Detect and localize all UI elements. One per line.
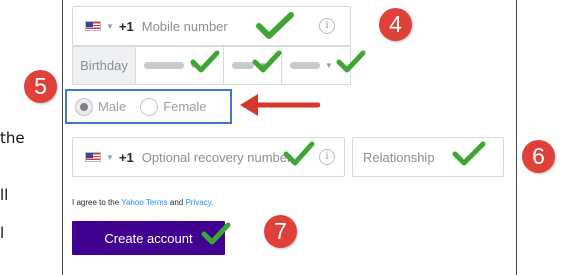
gender-radio-group: Male Female [65,89,232,124]
country-code: +1 [118,18,134,34]
arrow-left-icon [240,94,320,116]
callout-badge-7: 7 [264,215,297,248]
chevron-down-icon: ▼ [325,61,333,70]
male-label: Male [98,99,127,114]
gender-option-male[interactable]: Male [75,97,127,116]
info-icon[interactable]: i [319,18,335,34]
checkmark-icon [256,12,294,39]
us-flag-icon[interactable] [85,21,101,31]
checkmark-icon [336,50,366,73]
birthday-label: Birthday [72,46,136,85]
female-label: Female [163,99,207,114]
terms-and: and [169,198,184,207]
checkmark-icon [201,222,231,245]
us-flag-icon[interactable] [85,152,101,162]
callout-badge-5: 5 [24,70,57,103]
instruction-text-fragment: l [0,224,5,242]
checkmark-icon [452,141,486,166]
callout-badge-6: 6 [522,140,555,173]
terms-suffix: . [211,198,214,207]
checkmark-icon [283,141,315,166]
male-radio[interactable] [75,97,93,116]
chevron-down-icon[interactable]: ▼ [106,153,114,162]
checkmark-icon [190,50,220,73]
mobile-number-field[interactable]: ▼ +1 Mobile number [72,6,351,46]
gender-option-female[interactable]: Female [140,97,207,116]
instruction-text-fragment: the [0,129,25,147]
mobile-number-placeholder: Mobile number [141,18,228,34]
country-code: +1 [118,149,134,165]
terms-agreement-text: I agree to the Yahoo Terms and Privacy. [72,198,213,207]
yahoo-terms-link[interactable]: Yahoo Terms [121,198,167,207]
checkmark-icon [252,50,282,73]
privacy-link[interactable]: Privacy [185,198,211,207]
instruction-text-fragment: ll [0,186,9,204]
relationship-placeholder: Relationship [363,149,435,165]
callout-badge-4: 4 [379,8,412,41]
terms-prefix: I agree to the [72,198,120,207]
female-radio[interactable] [140,97,159,116]
recovery-number-placeholder: Optional recovery number [141,149,292,165]
info-icon[interactable]: i [319,149,335,165]
chevron-down-icon[interactable]: ▼ [106,22,114,31]
